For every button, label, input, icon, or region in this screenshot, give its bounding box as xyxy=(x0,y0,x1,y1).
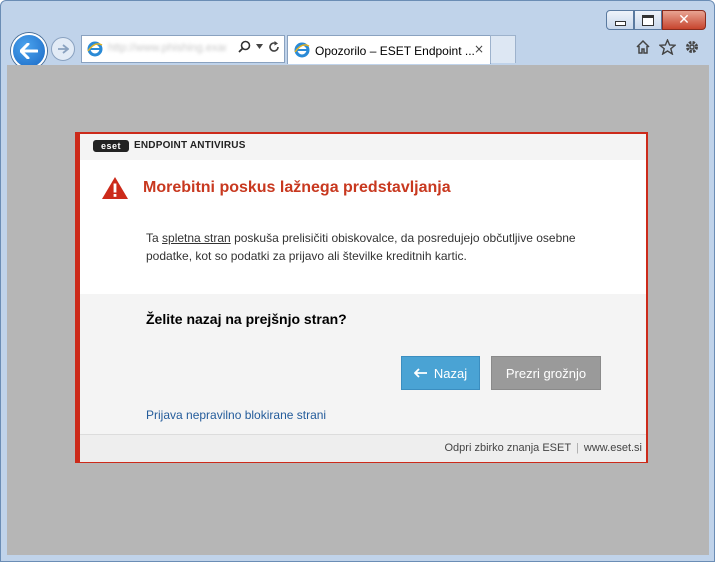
warning-description: Ta spletna stran poskuša prelisičiti obi… xyxy=(146,229,621,265)
knowledge-base-link[interactable]: Odpri zbirko znanja ESET xyxy=(445,442,572,454)
close-button[interactable]: ✕ xyxy=(662,10,706,30)
minimize-button[interactable] xyxy=(606,10,634,30)
title-bar: ✕ xyxy=(1,1,714,31)
ignore-threat-button[interactable]: Prezri grožnjo xyxy=(491,356,601,390)
refresh-icon[interactable] xyxy=(268,40,280,53)
maximize-button[interactable] xyxy=(634,10,662,30)
gear-icon[interactable] xyxy=(684,39,700,55)
footer-separator: | xyxy=(576,442,579,454)
toolbar-icons xyxy=(635,39,700,55)
tab-close-icon[interactable]: × xyxy=(474,42,484,56)
page-content: eset ENDPOINT ANTIVIRUS Morebitni poskus… xyxy=(7,65,709,555)
ie-logo-icon xyxy=(87,41,103,57)
tab-title: Opozorilo – ESET Endpoint ... xyxy=(315,44,475,58)
phishing-warning-dialog: eset ENDPOINT ANTIVIRUS Morebitni poskus… xyxy=(75,132,648,463)
ignore-button-label: Prezri grožnjo xyxy=(505,365,587,381)
arrow-left-icon xyxy=(413,368,427,378)
warning-icon xyxy=(102,177,128,199)
new-tab-button[interactable] xyxy=(490,35,516,63)
window-controls: ✕ xyxy=(606,10,706,30)
dropdown-icon[interactable] xyxy=(256,44,263,49)
eset-logo: eset xyxy=(93,140,129,152)
back-to-previous-button[interactable]: Nazaj xyxy=(401,356,480,390)
report-incorrect-block-link[interactable]: Prijava nepravilno blokirane strani xyxy=(146,408,326,422)
navigation-bar: http://www.phishing.example.com Opozoril… xyxy=(1,31,714,69)
minimize-icon xyxy=(614,20,626,26)
maximize-icon xyxy=(642,14,654,26)
dialog-footer: Odpri zbirko znanja ESET | www.eset.si xyxy=(80,434,646,462)
desc-prefix: Ta xyxy=(146,231,163,245)
dialog-title: Morebitni poskus lažnega predstavljanja xyxy=(143,179,451,196)
back-button-label: Nazaj xyxy=(433,365,468,381)
search-icon[interactable] xyxy=(238,40,251,53)
address-bar[interactable]: http://www.phishing.example.com xyxy=(81,35,285,63)
eset-site-link[interactable]: www.eset.si xyxy=(584,442,642,454)
product-name: ENDPOINT ANTIVIRUS xyxy=(134,140,246,151)
ie-tab-icon xyxy=(294,42,310,58)
address-tools xyxy=(238,40,280,53)
dialog-header: eset ENDPOINT ANTIVIRUS xyxy=(80,134,646,160)
close-icon: ✕ xyxy=(678,12,690,28)
browser-window: ✕ http://www.phishing.example.com Opozor… xyxy=(0,0,715,562)
forward-arrow-icon xyxy=(58,44,69,54)
footer-links: Odpri zbirko znanja ESET | www.eset.si xyxy=(445,442,643,454)
back-arrow-icon xyxy=(20,43,38,59)
home-icon[interactable] xyxy=(635,39,651,55)
star-icon[interactable] xyxy=(659,39,676,55)
address-url: http://www.phishing.example.com xyxy=(108,42,226,54)
question-text: Želite nazaj na prejšnjo stran? xyxy=(146,311,347,327)
back-button[interactable] xyxy=(11,33,47,69)
tab-active[interactable]: Opozorilo – ESET Endpoint ... × xyxy=(287,35,491,64)
web-page-link[interactable]: spletna stran xyxy=(162,231,231,245)
forward-button[interactable] xyxy=(51,37,75,61)
